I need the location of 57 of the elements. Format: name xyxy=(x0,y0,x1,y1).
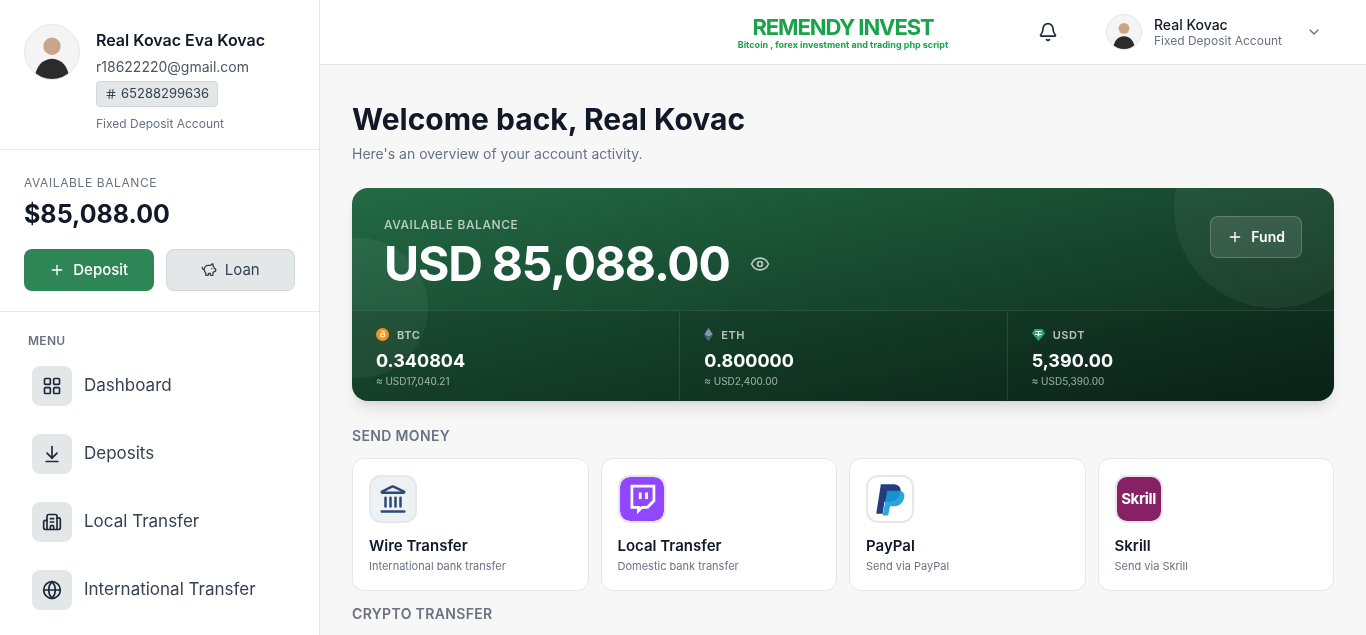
transfer-option-card[interactable]: Skrill Skrill Send via Skrill xyxy=(1097,458,1334,591)
option-title: Local Transfer xyxy=(617,535,723,557)
tether-icon xyxy=(1031,328,1045,341)
globe-icon xyxy=(42,580,62,600)
grid-icon xyxy=(42,376,62,396)
transfer-option-card[interactable]: Wire Transfer International bank transfer xyxy=(352,458,589,591)
asset-amount: 0.800000 xyxy=(704,349,795,373)
loan-button[interactable]: Loan xyxy=(165,249,295,291)
avatar xyxy=(24,24,80,80)
option-subtitle: International bank transfer xyxy=(369,557,507,574)
transfer-option-card[interactable]: Local Transfer Domestic bank transfer xyxy=(600,458,837,591)
menu-item[interactable]: Dashboard xyxy=(32,366,291,406)
asset-usd-value: ≈ USD17,040.21 xyxy=(376,374,451,389)
asset-usd-value: ≈ USD5,390.00 xyxy=(1031,374,1106,389)
piggy-bank-icon xyxy=(200,262,217,278)
menu-heading: MENU xyxy=(28,332,67,350)
asset-amount: 0.340804 xyxy=(376,349,467,373)
deposit-button[interactable]: Deposit xyxy=(24,249,154,291)
option-title: Skrill xyxy=(1114,535,1152,557)
asset-symbol: ETH xyxy=(721,326,746,343)
avatar xyxy=(1105,14,1142,50)
chat-logo xyxy=(617,475,666,523)
asset-symbol: BTC xyxy=(397,326,421,343)
menu-item[interactable]: Local Transfer xyxy=(32,502,291,542)
menu-item[interactable]: International Transfer xyxy=(32,570,291,610)
asset-symbol: USDT xyxy=(1052,326,1085,343)
paypal-logo xyxy=(866,475,914,523)
balance-label: AVAILABLE BALANCE xyxy=(24,173,159,192)
notifications-icon[interactable] xyxy=(1037,22,1058,42)
bank-logo xyxy=(369,475,417,523)
transfer-option-card[interactable]: PayPal Send via PayPal xyxy=(849,458,1086,591)
option-title: PayPal xyxy=(866,535,916,557)
balance-label: AVAILABLE BALANCE xyxy=(384,215,520,234)
asset-amount: 5,390.00 xyxy=(1031,349,1115,373)
asset-usd-value: ≈ USD2,400.00 xyxy=(704,374,779,389)
bitcoin-icon xyxy=(376,328,389,342)
account-number-badge: 65288299636 xyxy=(96,81,219,107)
profile-name: Real Kovac Eva Kovac xyxy=(96,29,266,52)
fund-button[interactable]: Fund xyxy=(1210,215,1302,258)
welcome-subtitle: Here's an overview of your account activity. xyxy=(352,143,644,164)
profile-email: r18622220@gmail.com xyxy=(96,57,249,77)
option-subtitle: Domestic bank transfer xyxy=(617,557,740,574)
section-heading: SEND MONEY xyxy=(352,426,452,446)
option-subtitle: Send via Skrill xyxy=(1114,557,1189,574)
balance-amount: USD 85,088.00 xyxy=(384,233,730,294)
skrill-logo: Skrill xyxy=(1114,475,1163,523)
menu-item[interactable]: Deposits xyxy=(32,434,291,474)
section-heading: CRYPTO TRANSFER xyxy=(352,604,494,624)
option-subtitle: Send via PayPal xyxy=(866,557,951,574)
balance-amount: $85,088.00 xyxy=(24,197,171,231)
building-icon xyxy=(42,512,62,532)
welcome-title: Welcome back, Real Kovac xyxy=(352,101,747,139)
account-type: Fixed Deposit Account xyxy=(96,114,225,133)
user-menu[interactable]: Real Kovac Fixed Deposit Account xyxy=(1105,14,1322,50)
option-title: Wire Transfer xyxy=(369,535,469,557)
ethereum-icon xyxy=(704,328,714,342)
download-icon xyxy=(42,444,62,464)
